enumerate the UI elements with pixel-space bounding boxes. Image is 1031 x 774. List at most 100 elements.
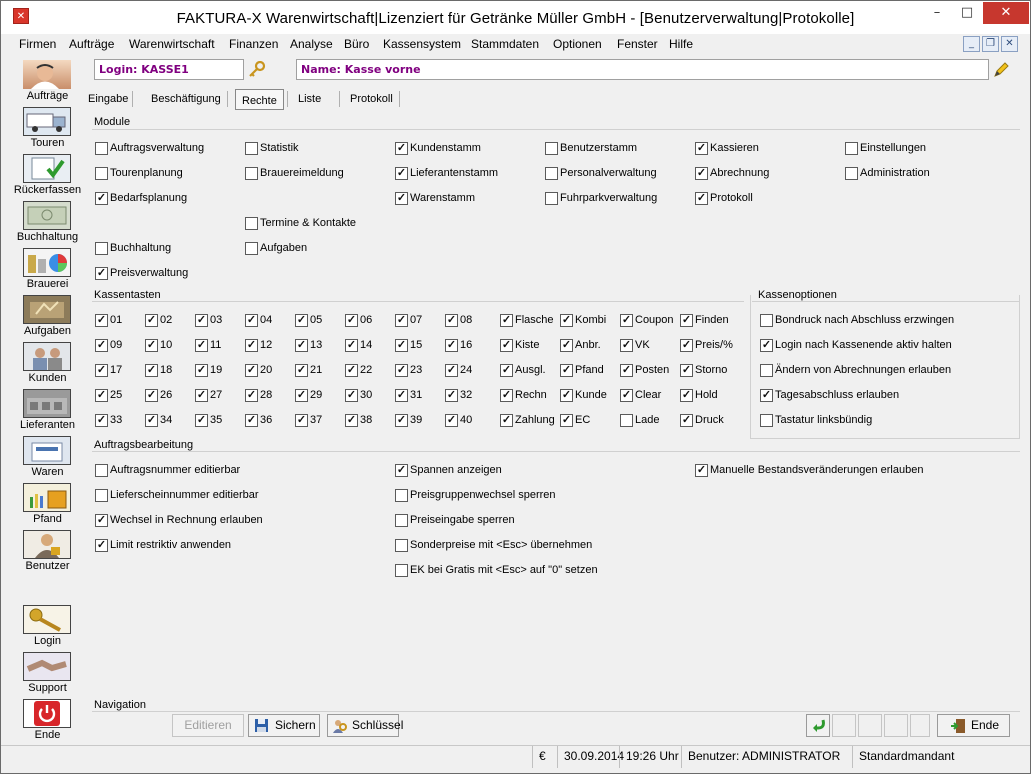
checkbox-checked-icon[interactable]: ✓	[760, 389, 773, 402]
checkbox-unchecked-icon[interactable]	[95, 242, 108, 255]
maximize-button[interactable]: □	[953, 2, 981, 24]
sidebar-item-auftraege[interactable]: Aufträge	[11, 58, 84, 105]
back-arrow-button[interactable]	[806, 714, 830, 737]
checkbox-checked-icon[interactable]: ✓	[245, 364, 258, 377]
checkbox-unchecked-icon[interactable]	[95, 489, 108, 502]
checkbox-checked-icon[interactable]: ✓	[680, 364, 693, 377]
checkbox-unchecked-icon[interactable]	[620, 414, 633, 427]
checkbox-checked-icon[interactable]: ✓	[345, 364, 358, 377]
key-button[interactable]: Schlüssel	[327, 714, 403, 737]
sidebar-item-lieferanten[interactable]: Lieferanten	[11, 387, 84, 434]
menu-stammdaten[interactable]: Stammdaten	[471, 37, 539, 51]
tab-beschaeftigung[interactable]: Beschäftigung	[145, 88, 227, 110]
checkbox-checked-icon[interactable]: ✓	[500, 364, 513, 377]
checkbox-checked-icon[interactable]: ✓	[295, 364, 308, 377]
menu-fenster[interactable]: Fenster	[617, 37, 658, 51]
menu-warenwirtschaft[interactable]: Warenwirtschaft	[129, 37, 215, 51]
checkbox-checked-icon[interactable]: ✓	[345, 389, 358, 402]
mdi-minimize-button[interactable]: _	[963, 36, 980, 52]
checkbox-checked-icon[interactable]: ✓	[680, 389, 693, 402]
checkbox-checked-icon[interactable]: ✓	[245, 414, 258, 427]
end-button[interactable]: Ende	[937, 714, 1010, 737]
checkbox-checked-icon[interactable]: ✓	[295, 389, 308, 402]
checkbox-checked-icon[interactable]: ✓	[345, 414, 358, 427]
checkbox-checked-icon[interactable]: ✓	[195, 389, 208, 402]
checkbox-unchecked-icon[interactable]	[395, 514, 408, 527]
sidebar-item-kunden[interactable]: Kunden	[11, 340, 84, 387]
checkbox-checked-icon[interactable]: ✓	[195, 414, 208, 427]
checkbox-checked-icon[interactable]: ✓	[680, 414, 693, 427]
checkbox-checked-icon[interactable]: ✓	[95, 314, 108, 327]
checkbox-checked-icon[interactable]: ✓	[620, 389, 633, 402]
checkbox-checked-icon[interactable]: ✓	[145, 389, 158, 402]
key-lookup-icon[interactable]	[248, 60, 266, 79]
menu-optionen[interactable]: Optionen	[553, 37, 602, 51]
checkbox-checked-icon[interactable]: ✓	[695, 192, 708, 205]
checkbox-checked-icon[interactable]: ✓	[395, 339, 408, 352]
checkbox-checked-icon[interactable]: ✓	[395, 167, 408, 180]
checkbox-checked-icon[interactable]: ✓	[680, 314, 693, 327]
pencil-icon[interactable]	[992, 61, 1010, 79]
tab-eingabe[interactable]: Eingabe	[82, 88, 134, 110]
sidebar-item-pfand[interactable]: Pfand	[11, 481, 84, 528]
tab-liste[interactable]: Liste	[292, 88, 327, 110]
checkbox-checked-icon[interactable]: ✓	[560, 364, 573, 377]
checkbox-checked-icon[interactable]: ✓	[620, 364, 633, 377]
menu-buero[interactable]: Büro	[344, 37, 369, 51]
checkbox-checked-icon[interactable]: ✓	[95, 389, 108, 402]
sidebar-item-login[interactable]: Login	[11, 603, 84, 650]
checkbox-unchecked-icon[interactable]	[545, 142, 558, 155]
menu-finanzen[interactable]: Finanzen	[229, 37, 278, 51]
checkbox-checked-icon[interactable]: ✓	[295, 314, 308, 327]
checkbox-checked-icon[interactable]: ✓	[395, 192, 408, 205]
checkbox-checked-icon[interactable]: ✓	[620, 339, 633, 352]
nav-button-4[interactable]	[884, 714, 908, 737]
checkbox-unchecked-icon[interactable]	[545, 192, 558, 205]
nav-button-3[interactable]	[858, 714, 882, 737]
nav-button-2[interactable]	[832, 714, 856, 737]
checkbox-checked-icon[interactable]: ✓	[395, 389, 408, 402]
minimize-button[interactable]: –	[923, 2, 951, 24]
checkbox-checked-icon[interactable]: ✓	[195, 364, 208, 377]
checkbox-checked-icon[interactable]: ✓	[760, 339, 773, 352]
checkbox-unchecked-icon[interactable]	[845, 167, 858, 180]
checkbox-checked-icon[interactable]: ✓	[395, 314, 408, 327]
checkbox-checked-icon[interactable]: ✓	[145, 339, 158, 352]
checkbox-unchecked-icon[interactable]	[760, 414, 773, 427]
mdi-restore-button[interactable]: ❐	[982, 36, 999, 52]
checkbox-checked-icon[interactable]: ✓	[620, 314, 633, 327]
checkbox-checked-icon[interactable]: ✓	[695, 464, 708, 477]
tab-protokoll[interactable]: Protokoll	[344, 88, 399, 110]
checkbox-checked-icon[interactable]: ✓	[95, 267, 108, 280]
checkbox-checked-icon[interactable]: ✓	[195, 314, 208, 327]
checkbox-checked-icon[interactable]: ✓	[345, 314, 358, 327]
checkbox-checked-icon[interactable]: ✓	[95, 414, 108, 427]
checkbox-checked-icon[interactable]: ✓	[95, 192, 108, 205]
edit-button[interactable]: Editieren	[172, 714, 244, 737]
checkbox-checked-icon[interactable]: ✓	[95, 539, 108, 552]
checkbox-unchecked-icon[interactable]	[95, 142, 108, 155]
checkbox-checked-icon[interactable]: ✓	[560, 339, 573, 352]
checkbox-checked-icon[interactable]: ✓	[445, 389, 458, 402]
sidebar-item-brauerei[interactable]: Brauerei	[11, 246, 84, 293]
checkbox-checked-icon[interactable]: ✓	[500, 314, 513, 327]
sidebar-item-buchhaltung[interactable]: Buchhaltung	[11, 199, 84, 246]
checkbox-unchecked-icon[interactable]	[395, 489, 408, 502]
checkbox-checked-icon[interactable]: ✓	[680, 339, 693, 352]
checkbox-unchecked-icon[interactable]	[845, 142, 858, 155]
menu-kassensystem[interactable]: Kassensystem	[383, 37, 461, 51]
checkbox-checked-icon[interactable]: ✓	[445, 364, 458, 377]
checkbox-checked-icon[interactable]: ✓	[500, 389, 513, 402]
checkbox-checked-icon[interactable]: ✓	[245, 389, 258, 402]
checkbox-checked-icon[interactable]: ✓	[500, 339, 513, 352]
sidebar-item-support[interactable]: Support	[11, 650, 84, 697]
tab-rechte[interactable]: Rechte	[235, 89, 284, 110]
nav-button-5[interactable]	[910, 714, 930, 737]
checkbox-checked-icon[interactable]: ✓	[295, 414, 308, 427]
sidebar-item-touren[interactable]: Touren	[11, 105, 84, 152]
checkbox-checked-icon[interactable]: ✓	[95, 364, 108, 377]
checkbox-checked-icon[interactable]: ✓	[395, 414, 408, 427]
checkbox-checked-icon[interactable]: ✓	[295, 339, 308, 352]
checkbox-checked-icon[interactable]: ✓	[145, 364, 158, 377]
mdi-close-button[interactable]: ✕	[1001, 36, 1018, 52]
